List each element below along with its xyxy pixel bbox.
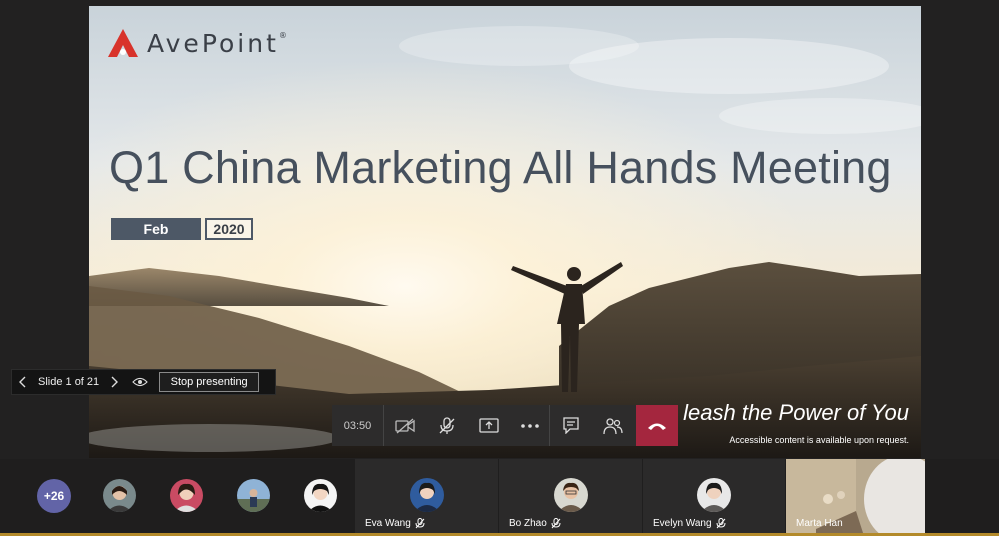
mic-off-icon	[415, 518, 425, 529]
avepoint-logo: AvePoint®	[107, 28, 287, 58]
show-chat-button[interactable]	[550, 405, 592, 446]
participant-tile-evelyn-wang[interactable]: Evelyn Wang	[643, 459, 785, 536]
more-actions-button[interactable]	[510, 405, 550, 446]
avatar-photo	[304, 479, 337, 512]
call-timer: 03:50	[332, 405, 384, 446]
slide-month: Feb	[111, 218, 201, 240]
avatar-photo	[409, 478, 444, 512]
show-participants-button[interactable]	[592, 405, 634, 446]
more-icon	[520, 423, 539, 428]
mic-off-icon	[551, 518, 561, 529]
avatar-photo	[103, 479, 136, 512]
eye-icon	[132, 377, 148, 387]
toggle-viewer-button[interactable]	[127, 370, 153, 394]
participant-name: Eva Wang	[365, 518, 425, 529]
mic-off-icon	[716, 518, 726, 529]
avatar	[553, 478, 588, 512]
avepoint-logo-mark-icon	[108, 29, 138, 57]
participants-icon	[603, 417, 623, 434]
participant-name: Bo Zhao	[509, 518, 561, 529]
teams-meeting-window: AvePoint® Q1 China Marketing All Hands M…	[0, 0, 999, 536]
avatar-photo	[553, 478, 588, 512]
slide-counter: Slide 1 of 21	[38, 376, 100, 388]
mic-off-icon	[439, 416, 455, 434]
camera-off-icon	[395, 418, 415, 433]
participant-tile-eva-wang[interactable]: Eva Wang	[355, 459, 498, 536]
call-controls-bar: 03:50	[332, 405, 678, 446]
avatar-photo	[170, 479, 203, 512]
participant-avatar[interactable]	[103, 479, 136, 512]
avatar	[697, 478, 731, 512]
hang-up-icon	[648, 423, 666, 430]
avatar	[409, 478, 444, 512]
participant-avatar[interactable]	[304, 479, 337, 512]
participant-tile-bo-zhao[interactable]: Bo Zhao	[499, 459, 642, 536]
logo-text: AvePoint®	[147, 28, 287, 58]
slide-title: Q1 China Marketing All Hands Meeting	[109, 142, 892, 193]
hang-up-button[interactable]	[636, 405, 678, 446]
participant-name: Evelyn Wang	[653, 518, 726, 529]
chat-icon	[563, 417, 579, 434]
microphone-toggle-button[interactable]	[426, 405, 468, 446]
camera-toggle-button[interactable]	[384, 405, 426, 446]
chevron-right-icon	[111, 376, 119, 388]
slide-year: 2020	[205, 218, 253, 240]
next-slide-button[interactable]	[103, 370, 125, 394]
participant-avatar[interactable]	[237, 479, 270, 512]
more-participants-button[interactable]: +26	[37, 479, 71, 513]
slide-tagline: leash the Power of You	[683, 400, 909, 425]
chevron-left-icon	[19, 376, 26, 388]
participant-avatar[interactable]	[170, 479, 203, 512]
participant-video-tile-marta-han[interactable]: Marta Han	[786, 459, 925, 536]
stop-presenting-button[interactable]: Stop presenting	[159, 372, 260, 392]
accessibility-note: Accessible content is available upon req…	[729, 435, 909, 445]
presenter-toolbar: Slide 1 of 21 Stop presenting	[11, 369, 276, 395]
share-screen-button[interactable]	[468, 405, 510, 446]
participant-name: Marta Han	[796, 518, 843, 529]
avatar-photo	[697, 478, 731, 512]
share-screen-icon	[479, 417, 499, 433]
previous-slide-button[interactable]	[12, 370, 34, 394]
avatar-photo	[237, 479, 270, 512]
